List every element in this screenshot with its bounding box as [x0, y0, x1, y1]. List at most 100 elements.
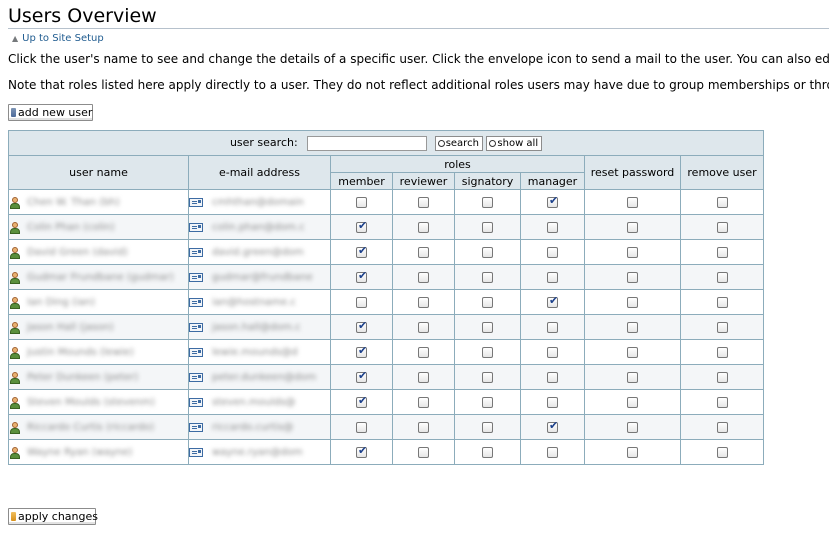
member-checkbox[interactable]	[356, 269, 367, 283]
manager-checkbox[interactable]	[547, 419, 558, 433]
reviewer-checkbox[interactable]	[418, 322, 429, 333]
remove-checkbox[interactable]	[716, 322, 728, 333]
reset-checkbox[interactable]	[627, 222, 638, 233]
remove-checkbox[interactable]	[716, 347, 728, 358]
reset-checkbox[interactable]	[627, 272, 638, 283]
manager-checkbox[interactable]	[547, 247, 558, 258]
reviewer-checkbox[interactable]	[418, 397, 429, 408]
member-checkbox[interactable]	[356, 369, 367, 383]
member-checkbox[interactable]	[356, 444, 367, 458]
remove-checkbox[interactable]	[716, 247, 728, 258]
envelope-icon[interactable]	[189, 198, 203, 207]
signatory-checkbox[interactable]	[482, 197, 493, 208]
user-name-link[interactable]: Ian Ding (ian)	[27, 297, 95, 308]
user-name-link[interactable]: Jason Hall (jason)	[27, 322, 114, 333]
reviewer-checkbox[interactable]	[418, 347, 429, 358]
envelope-icon[interactable]	[189, 398, 203, 407]
member-cell	[330, 389, 393, 415]
show-all-button[interactable]: show all	[486, 135, 543, 151]
reviewer-checkbox[interactable]	[418, 297, 429, 308]
reviewer-checkbox[interactable]	[418, 422, 429, 433]
manager-checkbox[interactable]	[547, 294, 558, 308]
reviewer-checkbox[interactable]	[418, 247, 429, 258]
reviewer-checkbox[interactable]	[418, 197, 429, 208]
member-checkbox[interactable]	[356, 319, 367, 333]
manager-checkbox[interactable]	[547, 397, 558, 408]
envelope-icon[interactable]	[189, 448, 203, 457]
envelope-icon[interactable]	[189, 273, 203, 282]
reviewer-checkbox[interactable]	[418, 272, 429, 283]
reviewer-cell	[392, 389, 455, 415]
user-name-link[interactable]: Gudmar Frundbane (gudmar)	[27, 272, 174, 283]
member-checkbox[interactable]	[356, 394, 367, 408]
manager-checkbox[interactable]	[547, 222, 558, 233]
envelope-icon[interactable]	[189, 373, 203, 382]
envelope-icon[interactable]	[189, 223, 203, 232]
member-checkbox[interactable]	[356, 197, 367, 208]
reset-checkbox[interactable]	[627, 347, 638, 358]
table-row: Chen W. Than (bh) cmhthan@domain	[8, 189, 765, 215]
remove-checkbox[interactable]	[716, 272, 728, 283]
reset-checkbox[interactable]	[627, 397, 638, 408]
member-checkbox[interactable]	[356, 219, 367, 233]
member-checkbox[interactable]	[356, 297, 367, 308]
remove-checkbox[interactable]	[716, 222, 728, 233]
envelope-icon[interactable]	[189, 423, 203, 432]
member-checkbox[interactable]	[356, 422, 367, 433]
user-name-link[interactable]: Justin Mounds (lewie)	[27, 347, 134, 358]
remove-checkbox[interactable]	[716, 197, 728, 208]
user-name-link[interactable]: Wayne Ryan (wayne)	[27, 447, 132, 458]
manager-checkbox[interactable]	[547, 322, 558, 333]
signatory-checkbox[interactable]	[482, 397, 493, 408]
remove-checkbox[interactable]	[716, 372, 728, 383]
envelope-icon[interactable]	[189, 298, 203, 307]
apply-changes-button[interactable]: apply changes	[8, 508, 98, 525]
email-address: jason.hall@dom.c	[212, 322, 301, 333]
manager-checkbox[interactable]	[547, 447, 558, 458]
signatory-checkbox[interactable]	[482, 297, 493, 308]
envelope-icon[interactable]	[189, 348, 203, 357]
user-name-link[interactable]: Steven Moulds (stevenm)	[27, 397, 155, 408]
reviewer-checkbox[interactable]	[418, 222, 429, 233]
user-name-link[interactable]: Peter Dunkeen (peter)	[27, 372, 138, 383]
signatory-checkbox[interactable]	[482, 347, 493, 358]
envelope-icon[interactable]	[189, 248, 203, 257]
user-name-link[interactable]: Colin Phan (colin)	[27, 222, 115, 233]
remove-checkbox[interactable]	[716, 447, 728, 458]
add-new-user-button[interactable]: add new user	[8, 104, 93, 121]
manager-checkbox[interactable]	[547, 372, 558, 383]
manager-checkbox[interactable]	[547, 194, 558, 208]
signatory-checkbox[interactable]	[482, 372, 493, 383]
up-to-site-setup-link[interactable]: ▲ Up to Site Setup	[12, 33, 104, 44]
reset-checkbox[interactable]	[627, 447, 638, 458]
search-input[interactable]	[307, 135, 428, 151]
search-button[interactable]: search	[434, 135, 483, 151]
user-name-link[interactable]: Riccardo Curtis (riccardo)	[27, 422, 154, 433]
reset-checkbox[interactable]	[627, 372, 638, 383]
reset-checkbox[interactable]	[627, 322, 638, 333]
signatory-checkbox[interactable]	[482, 247, 493, 258]
member-checkbox[interactable]	[356, 344, 367, 358]
manager-checkbox[interactable]	[547, 347, 558, 358]
reset-checkbox[interactable]	[627, 422, 638, 433]
manager-checkbox[interactable]	[547, 272, 558, 283]
user-name-link[interactable]: Chen W. Than (bh)	[27, 197, 120, 208]
remove-checkbox[interactable]	[716, 297, 728, 308]
reset-checkbox[interactable]	[627, 247, 638, 258]
user-name-link[interactable]: David Green (david)	[27, 247, 128, 258]
user-name-cell: Ian Ding (ian)	[8, 289, 189, 315]
reviewer-checkbox[interactable]	[418, 372, 429, 383]
remove-checkbox[interactable]	[716, 422, 728, 433]
signatory-checkbox[interactable]	[482, 322, 493, 333]
reset-checkbox[interactable]	[627, 197, 638, 208]
signatory-checkbox[interactable]	[482, 447, 493, 458]
signatory-checkbox[interactable]	[482, 222, 493, 233]
reset-checkbox[interactable]	[627, 297, 638, 308]
envelope-icon[interactable]	[189, 323, 203, 332]
member-checkbox[interactable]	[356, 244, 367, 258]
table-row: Jason Hall (jason) jason.hall@dom.c	[8, 314, 765, 340]
signatory-checkbox[interactable]	[482, 272, 493, 283]
signatory-checkbox[interactable]	[482, 422, 493, 433]
reviewer-checkbox[interactable]	[418, 447, 429, 458]
remove-checkbox[interactable]	[716, 397, 728, 408]
